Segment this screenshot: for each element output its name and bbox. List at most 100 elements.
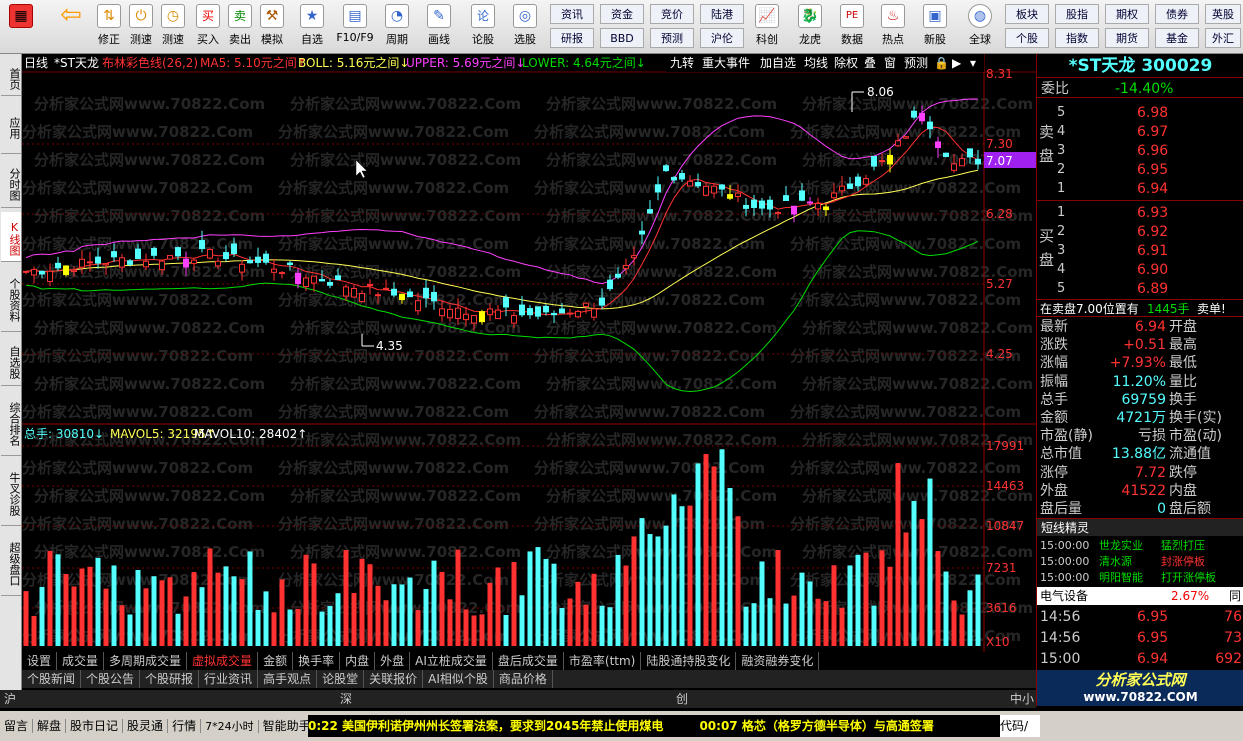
volume-bar bbox=[95, 557, 101, 646]
tool-window[interactable]: 窗 bbox=[884, 56, 896, 70]
period-button[interactable]: ◔ 周期 bbox=[382, 2, 412, 52]
candle-body bbox=[47, 270, 53, 282]
tab-turnover[interactable]: 换手率 bbox=[293, 652, 341, 670]
grid2-uk[interactable]: 英股 bbox=[1205, 4, 1241, 24]
volume-header: 总手: 30810↓ MAVOL5: 32195↑ MAVOL10: 28402… bbox=[24, 427, 307, 441]
footer-gulingtong[interactable]: 股灵通 bbox=[123, 719, 169, 733]
tab-inner[interactable]: 内盘 bbox=[340, 652, 376, 670]
draw-button[interactable]: ✎ 画线 bbox=[424, 2, 454, 52]
dropdown-icon[interactable]: ▾ bbox=[970, 56, 976, 70]
tab-forum[interactable]: 论股堂 bbox=[317, 670, 365, 688]
grid-funds[interactable]: 资金 bbox=[600, 4, 644, 24]
volume-bar bbox=[111, 565, 117, 646]
grid-hk[interactable]: 陆港 bbox=[700, 4, 744, 24]
global-button[interactable]: ◍ 全球 bbox=[965, 2, 995, 52]
tab-profile[interactable]: 个股资料 bbox=[1, 266, 21, 332]
tab-hk-connect[interactable]: 陆股通持股变化 bbox=[641, 652, 737, 670]
simulate-button[interactable]: ⚒ 模拟 bbox=[257, 2, 287, 52]
tool-overlay[interactable]: 叠 bbox=[864, 56, 876, 70]
tab-virtual-volume[interactable]: 虚拟成交量 bbox=[187, 652, 259, 670]
data-button[interactable]: PE 数据 bbox=[837, 2, 867, 52]
tab-ai-volume[interactable]: AI立桩成交量 bbox=[410, 652, 493, 670]
market-sz[interactable]: 深 bbox=[340, 690, 352, 708]
watermark-text: 分析家公式网www.70822.Com bbox=[22, 515, 253, 533]
tab-apps[interactable]: 应用 bbox=[1, 100, 21, 154]
footer-24h[interactable]: 7*24小时 bbox=[201, 720, 259, 733]
footer-analysis[interactable]: 解盘 bbox=[33, 719, 67, 733]
market-zx[interactable]: 中小 bbox=[1010, 690, 1034, 708]
tab-news[interactable]: 个股新闻 bbox=[22, 670, 82, 688]
tab-settings[interactable]: 设置 bbox=[22, 652, 58, 670]
tab-notice[interactable]: 个股公告 bbox=[81, 670, 141, 688]
kechuang-button[interactable]: 📈 科创 bbox=[752, 2, 782, 52]
news-ticker[interactable]: 0:22 美国伊利诺伊州州长签署法案，要求到2045年禁止使用煤电 00:07 … bbox=[308, 715, 1036, 737]
sell-button[interactable]: 卖卖出 bbox=[225, 2, 255, 52]
grid-auction[interactable]: 竞价 bbox=[650, 4, 694, 24]
tab-industry[interactable]: 行业资讯 bbox=[199, 670, 259, 688]
tab-after-volume[interactable]: 盘后成交量 bbox=[493, 652, 564, 670]
buy-button[interactable]: 买买入 bbox=[193, 2, 223, 52]
measure-button[interactable]: ⏻ 测速 bbox=[126, 2, 156, 52]
grid-bbd[interactable]: BBD bbox=[600, 28, 644, 48]
tool-jiuzhuan[interactable]: 九转 bbox=[670, 55, 694, 70]
tab-watchlist[interactable]: 自选股 bbox=[1, 336, 21, 386]
grid2-fund[interactable]: 基金 bbox=[1155, 28, 1199, 48]
footer-diary[interactable]: 股市日记 bbox=[66, 719, 124, 733]
footer-quote[interactable]: 行情 bbox=[168, 719, 202, 733]
grid2-sector[interactable]: 板块 bbox=[1005, 4, 1049, 24]
bid-price: 6.89 bbox=[1137, 281, 1169, 297]
back-button[interactable]: ⇦ bbox=[56, 2, 86, 52]
tab-volume[interactable]: 成交量 bbox=[57, 652, 105, 670]
footer-msg[interactable]: 留言 bbox=[0, 719, 34, 733]
pick-button[interactable]: ◎ 选股 bbox=[510, 2, 540, 52]
tab-level2[interactable]: 超级盘口 bbox=[1, 530, 21, 596]
hot-button[interactable]: ♨ 热点 bbox=[878, 2, 908, 52]
grid2-stock[interactable]: 个股 bbox=[1005, 28, 1049, 48]
f10-button[interactable]: ▤ F10/F9 bbox=[335, 2, 375, 52]
grid2-bond[interactable]: 债券 bbox=[1155, 4, 1199, 24]
modify-button[interactable]: ⇅ 修正 bbox=[94, 2, 124, 52]
tool-forecast[interactable]: 预测 bbox=[904, 56, 928, 70]
tab-pe[interactable]: 市盈率(ttm) bbox=[564, 652, 642, 670]
market-sh[interactable]: 沪 bbox=[4, 690, 16, 708]
code-input[interactable]: 代码/ bbox=[1000, 715, 1040, 737]
grid-news[interactable]: 资讯 bbox=[550, 4, 594, 24]
tab-multi-volume[interactable]: 多周期成交量 bbox=[104, 652, 188, 670]
tab-margin[interactable]: 融资融券变化 bbox=[736, 652, 820, 670]
sector-row[interactable]: 电气设备 2.67% 同 bbox=[1037, 587, 1243, 605]
tab-amount[interactable]: 金额 bbox=[258, 652, 294, 670]
tab-home[interactable]: 首页 bbox=[1, 60, 21, 96]
tool-events[interactable]: 重大事件 bbox=[702, 56, 750, 70]
tool-ma[interactable]: 均线 bbox=[804, 56, 828, 70]
tool-exright[interactable]: 除权 bbox=[834, 55, 858, 70]
tab-report[interactable]: 个股研报 bbox=[140, 670, 200, 688]
tab-ai-similar[interactable]: AI相似个股 bbox=[423, 670, 494, 688]
tab-intraday[interactable]: 分时图 bbox=[1, 158, 21, 208]
market-cy[interactable]: 创 bbox=[676, 690, 688, 708]
grid2-index[interactable]: 股指 bbox=[1055, 4, 1099, 24]
longhu-button[interactable]: 🐉 龙虎 bbox=[795, 2, 825, 52]
newstock-button[interactable]: ▣ 新股 bbox=[920, 2, 950, 52]
watchlist-button[interactable]: ★ 自选 bbox=[297, 2, 327, 52]
app-grid-icon[interactable]: ▦ bbox=[6, 2, 36, 52]
grid2-fx[interactable]: 外汇 bbox=[1205, 28, 1241, 48]
grid2-futures[interactable]: 期货 bbox=[1105, 28, 1149, 48]
tab-experts[interactable]: 高手观点 bbox=[258, 670, 318, 688]
tab-ranking[interactable]: 综合排名 bbox=[1, 390, 21, 456]
grid2-option[interactable]: 期权 bbox=[1105, 4, 1149, 24]
grid-shlon[interactable]: 沪伦 bbox=[700, 28, 744, 48]
lock-icon[interactable]: 🔒 bbox=[934, 56, 949, 70]
tab-related[interactable]: 关联报价 bbox=[364, 670, 424, 688]
speed-button[interactable]: ◷ 测速 bbox=[158, 2, 188, 52]
tab-kline[interactable]: K线图 bbox=[1, 212, 21, 262]
grid-forecast[interactable]: 预测 bbox=[650, 28, 694, 48]
play-icon[interactable]: ▶ bbox=[952, 56, 962, 70]
grid-research[interactable]: 研报 bbox=[550, 28, 594, 48]
tab-diagnosis[interactable]: 牛叉诊股 bbox=[1, 460, 21, 526]
forum-button[interactable]: 论论股 bbox=[468, 2, 498, 52]
tab-outer[interactable]: 外盘 bbox=[375, 652, 411, 670]
grid2-indices[interactable]: 指数 bbox=[1055, 28, 1099, 48]
tool-add[interactable]: 加自选 bbox=[760, 56, 796, 70]
kline-chart[interactable]: 分析家公式网www.70822.Com 分析家公式网www.70822.Com 分析… bbox=[22, 54, 1036, 652]
tab-commodity[interactable]: 商品价格 bbox=[494, 670, 553, 688]
